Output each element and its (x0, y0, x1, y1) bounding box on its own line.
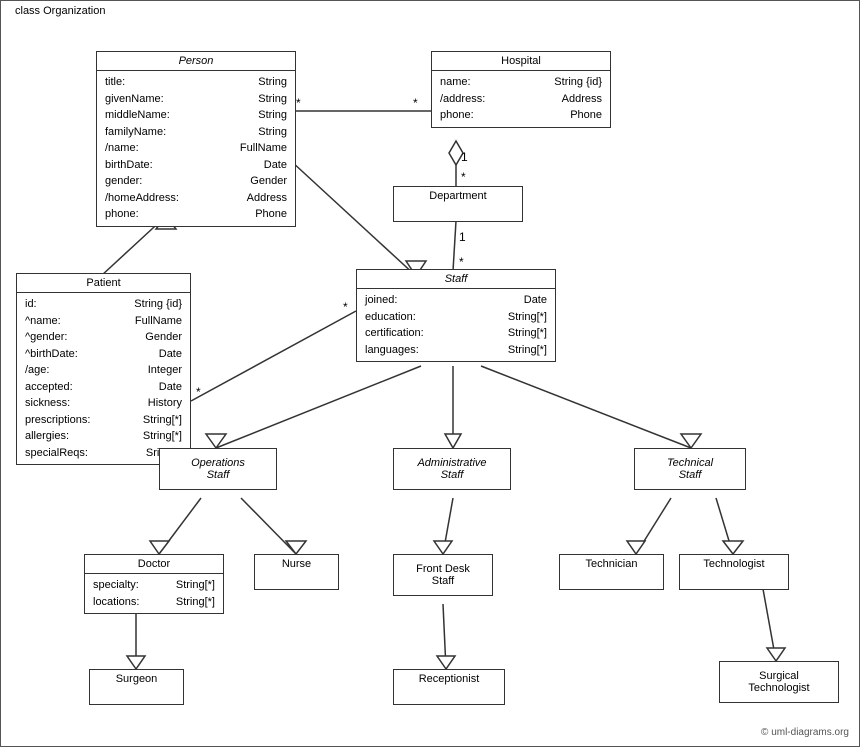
svg-text:*: * (461, 170, 466, 184)
hospital-attrs: name:String {id} /address:Address phone:… (432, 71, 610, 127)
surgeon-title: Surgeon (90, 670, 183, 688)
technician-class: Technician (559, 554, 664, 590)
patient-class: Patient id:String {id} ^name:FullName ^g… (16, 273, 191, 465)
diagram-container: class Organization * * 1 * 1 * (0, 0, 860, 747)
surgical-technologist-title: SurgicalTechnologist (720, 662, 838, 702)
person-class: Person title:String givenName:String mid… (96, 51, 296, 227)
operations-staff-title: OperationsStaff (160, 449, 276, 489)
svg-text:*: * (343, 300, 348, 314)
surgeon-class: Surgeon (89, 669, 184, 705)
staff-class: Staff joined:Date education:String[*] ce… (356, 269, 556, 362)
doctor-title: Doctor (85, 555, 223, 574)
technical-staff-title: TechnicalStaff (635, 449, 745, 489)
surgical-technologist-class: SurgicalTechnologist (719, 661, 839, 703)
person-title: Person (97, 52, 295, 71)
copyright: © uml-diagrams.org (761, 727, 849, 738)
receptionist-class: Receptionist (393, 669, 505, 705)
receptionist-title: Receptionist (394, 670, 504, 688)
diagram-title: class Organization (11, 5, 110, 17)
front-desk-staff-class: Front DeskStaff (393, 554, 493, 596)
svg-text:*: * (296, 96, 301, 110)
nurse-title: Nurse (255, 555, 338, 573)
hospital-class: Hospital name:String {id} /address:Addre… (431, 51, 611, 128)
svg-text:*: * (459, 255, 464, 269)
svg-text:*: * (413, 96, 418, 110)
technologist-class: Technologist (679, 554, 789, 590)
svg-text:1: 1 (461, 150, 468, 164)
patient-title: Patient (17, 274, 190, 293)
front-desk-staff-title: Front DeskStaff (394, 555, 492, 595)
technician-title: Technician (560, 555, 663, 573)
staff-attrs: joined:Date education:String[*] certific… (357, 289, 555, 361)
administrative-staff-title: AdministrativeStaff (394, 449, 510, 489)
operations-staff-class: OperationsStaff (159, 448, 277, 490)
hospital-title: Hospital (432, 52, 610, 71)
technical-staff-class: TechnicalStaff (634, 448, 746, 490)
svg-text:1: 1 (459, 230, 466, 244)
person-attrs: title:String givenName:String middleName… (97, 71, 295, 226)
nurse-class: Nurse (254, 554, 339, 590)
patient-attrs: id:String {id} ^name:FullName ^gender:Ge… (17, 293, 190, 464)
doctor-attrs: specialty:String[*] locations:String[*] (85, 574, 223, 613)
technologist-title: Technologist (680, 555, 788, 573)
doctor-class: Doctor specialty:String[*] locations:Str… (84, 554, 224, 614)
staff-title: Staff (357, 270, 555, 289)
svg-text:*: * (196, 385, 201, 399)
administrative-staff-class: AdministrativeStaff (393, 448, 511, 490)
department-class: Department (393, 186, 523, 222)
department-title: Department (394, 187, 522, 205)
